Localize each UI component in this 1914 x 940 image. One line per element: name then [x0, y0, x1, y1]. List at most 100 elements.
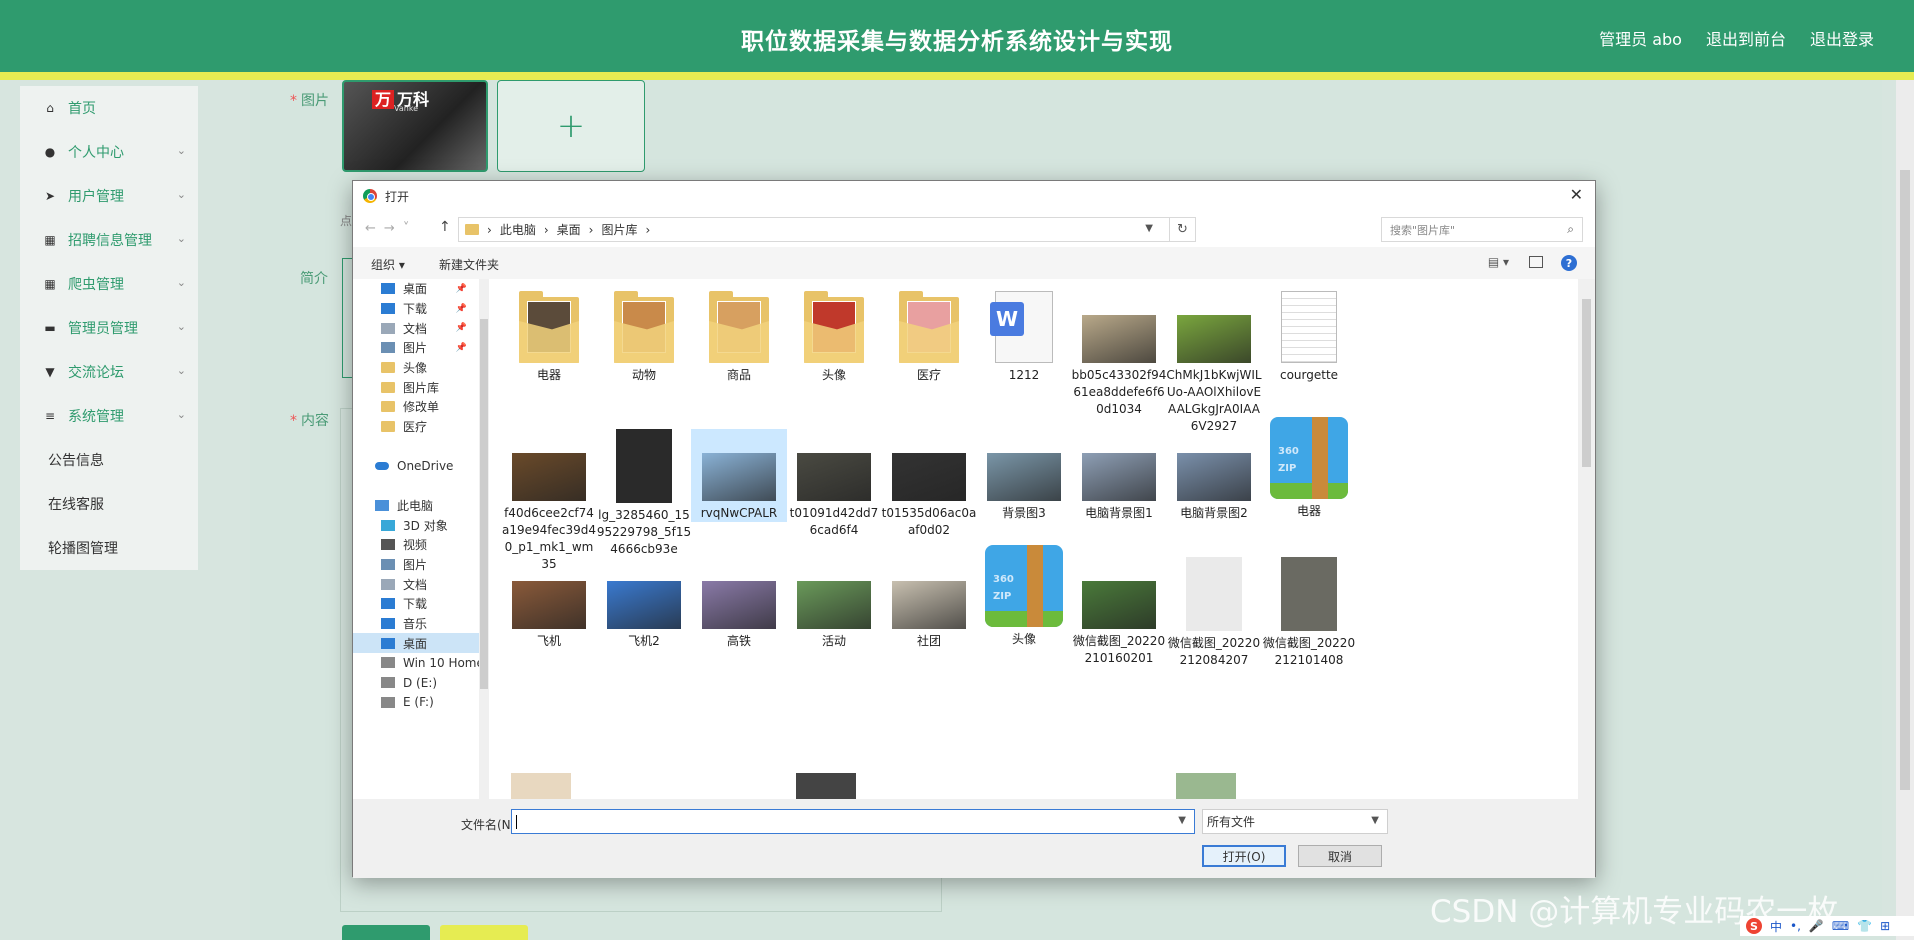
file-item[interactable]: 360 ZIP 头像	[976, 545, 1072, 648]
image-thumbnail-partial[interactable]	[1176, 773, 1236, 799]
chevron-down-icon[interactable]: ⌄	[177, 408, 186, 421]
sidebar-item[interactable]: ➤ 用户管理 ⌄	[20, 174, 198, 218]
breadcrumb-this-pc[interactable]: 此电脑	[500, 221, 536, 238]
uploaded-image-thumbnail[interactable]: 万万科 Vanke	[342, 80, 488, 172]
refresh-icon[interactable]: ↻	[1170, 217, 1196, 242]
file-item[interactable]: W 1212	[976, 291, 1072, 384]
chevron-down-icon[interactable]: ⌄	[177, 276, 186, 289]
tree-item[interactable]: E (F:)	[353, 692, 479, 712]
file-item[interactable]: 微信截图_20220212084207	[1166, 557, 1262, 669]
file-item[interactable]: 微信截图_20220212101408	[1261, 557, 1357, 669]
image-thumbnail-partial[interactable]	[796, 773, 856, 799]
upload-image-button[interactable]: +	[497, 80, 645, 172]
address-bar[interactable]: › 此电脑 › 桌面 › 图片库 › ▼	[458, 217, 1170, 242]
tree-item[interactable]: D (E:)	[353, 673, 479, 693]
chevron-down-icon[interactable]: ⌄	[177, 364, 186, 377]
tree-item[interactable]: Win 10 Home ›	[353, 653, 479, 673]
file-item[interactable]: rvqNwCPALR	[691, 429, 787, 522]
sidebar-item[interactable]: ≡ 系统管理 ⌄	[20, 394, 198, 438]
file-item[interactable]: 电脑背景图1	[1071, 429, 1167, 522]
file-item[interactable]: 活动	[786, 557, 882, 650]
file-item[interactable]: lg_3285460_1595229798_5f154666cb93e	[596, 429, 692, 558]
tree-item[interactable]: 图片	[353, 555, 479, 575]
submit-button[interactable]	[342, 925, 430, 940]
sidebar-subitem[interactable]: 公告信息	[20, 438, 198, 482]
file-item[interactable]: f40d6cee2cf74a19e94fec39d40_p1_mk1_wm35	[501, 429, 597, 573]
filename-input[interactable]: ▼	[511, 809, 1195, 834]
file-item[interactable]: 360 ZIP 电器	[1261, 417, 1357, 520]
breadcrumb-picture-library[interactable]: 图片库	[601, 221, 637, 238]
search-input[interactable]: 搜索"图片库" ⌕	[1381, 217, 1583, 242]
sogou-ime-icon[interactable]: S	[1746, 918, 1762, 934]
help-icon[interactable]: ?	[1561, 255, 1577, 271]
file-item[interactable]: 商品	[691, 291, 787, 384]
exit-to-frontend-link[interactable]: 退出到前台	[1706, 26, 1786, 50]
ime-button[interactable]: 中	[1770, 918, 1782, 935]
filename-dropdown-icon[interactable]: ▼	[1178, 815, 1186, 826]
file-item[interactable]: t01091d42dd76cad6f4	[786, 429, 882, 539]
chevron-down-icon[interactable]: ⌄	[177, 144, 186, 157]
file-item[interactable]: 微信截图_20220210160201	[1071, 557, 1167, 667]
tree-item[interactable]: 医疗	[353, 417, 479, 437]
new-folder-button[interactable]: 新建文件夹	[439, 256, 499, 273]
ime-button[interactable]: ⌨	[1832, 919, 1849, 933]
tree-item[interactable]: 图片 📌	[353, 338, 479, 358]
file-item[interactable]: 飞机2	[596, 557, 692, 650]
sidebar-item[interactable]: ● 个人中心 ⌄	[20, 130, 198, 174]
tree-item[interactable]: 头像	[353, 358, 479, 378]
sidebar-item[interactable]: ▬ 管理员管理 ⌄	[20, 306, 198, 350]
file-item[interactable]: 社团	[881, 557, 977, 650]
file-item[interactable]: 医疗	[881, 291, 977, 384]
tree-scrollbar-thumb[interactable]	[480, 319, 488, 689]
file-item[interactable]: t01535d06ac0aaf0d02	[881, 429, 977, 539]
file-item[interactable]: 电脑背景图2	[1166, 429, 1262, 522]
file-grid-scrollbar[interactable]	[1578, 279, 1595, 799]
filetype-select[interactable]: 所有文件 ▼	[1202, 809, 1388, 834]
tree-item[interactable]: 文档	[353, 574, 479, 594]
sidebar-item[interactable]: ▦ 爬虫管理 ⌄	[20, 262, 198, 306]
ime-button[interactable]: 🎤	[1809, 919, 1824, 933]
intro-textarea[interactable]	[342, 258, 352, 378]
file-item[interactable]: 高铁	[691, 557, 787, 650]
ime-button[interactable]: •,	[1790, 919, 1801, 933]
file-item[interactable]: courgette	[1261, 291, 1357, 384]
chevron-down-icon[interactable]: ⌄	[177, 188, 186, 201]
view-options-icon[interactable]: ▤ ▾	[1488, 255, 1509, 269]
forward-arrow-icon[interactable]: →	[384, 221, 403, 236]
file-item[interactable]: 头像	[786, 291, 882, 384]
nav-back-forward[interactable]: ←→˅	[365, 221, 417, 236]
image-thumbnail-partial[interactable]	[511, 773, 571, 799]
tree-item[interactable]: 此电脑	[353, 496, 479, 516]
recent-dropdown-icon[interactable]: ˅	[403, 221, 418, 236]
tree-item[interactable]: 桌面	[353, 633, 479, 654]
file-item[interactable]: ChMkJ1bKwjWILUo-AAOlXhilovEAALGkgJrA0IAA…	[1166, 291, 1262, 435]
back-arrow-icon[interactable]: ←	[365, 221, 384, 236]
admin-user-link[interactable]: 管理员 abo	[1599, 26, 1682, 50]
tree-item[interactable]: 下载	[353, 594, 479, 614]
breadcrumb-desktop[interactable]: 桌面	[557, 221, 581, 238]
chevron-down-icon[interactable]: ⌄	[177, 320, 186, 333]
file-item[interactable]: 背景图3	[976, 429, 1072, 522]
sidebar-item[interactable]: ▦ 招聘信息管理 ⌄	[20, 218, 198, 262]
open-button[interactable]: 打开(O)	[1202, 845, 1286, 867]
tree-item[interactable]: 桌面 📌	[353, 279, 479, 299]
tree-item[interactable]: 音乐	[353, 614, 479, 634]
cancel-form-button[interactable]	[440, 925, 528, 940]
organize-button[interactable]: 组织 ▾	[371, 256, 405, 273]
sidebar-item[interactable]: ▼ 交流论坛 ⌄	[20, 350, 198, 394]
page-scrollbar[interactable]	[1896, 80, 1914, 940]
file-item[interactable]: 电器	[501, 291, 597, 384]
file-grid-scrollbar-thumb[interactable]	[1582, 299, 1591, 467]
up-arrow-icon[interactable]: ↑	[439, 219, 451, 235]
ime-button[interactable]: 👕	[1857, 919, 1872, 933]
tree-item[interactable]: 视频	[353, 535, 479, 555]
sidebar-item[interactable]: ⌂ 首页	[20, 86, 198, 130]
sidebar-subitem[interactable]: 轮播图管理	[20, 526, 198, 570]
tree-item[interactable]: 下载 📌	[353, 299, 479, 319]
tree-item[interactable]: 修改单	[353, 397, 479, 417]
tree-scrollbar[interactable]	[479, 279, 489, 799]
preview-pane-icon[interactable]	[1529, 256, 1543, 268]
file-item[interactable]: 飞机	[501, 557, 597, 650]
tree-item[interactable]: 图片库	[353, 377, 479, 397]
tree-item[interactable]: 3D 对象	[353, 515, 479, 535]
